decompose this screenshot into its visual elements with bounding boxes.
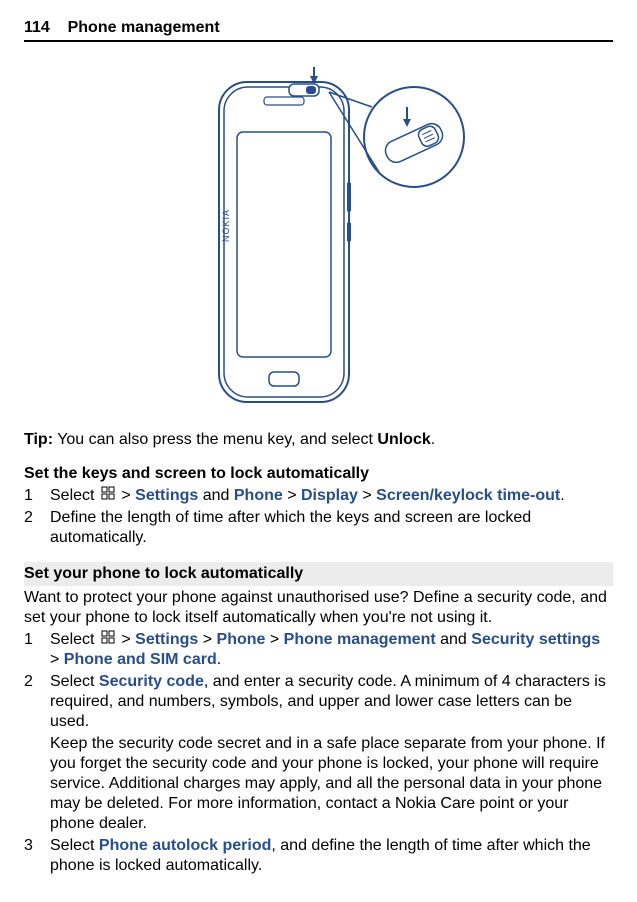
list-item: 3 Select Phone autolock period, and defi… <box>24 836 613 876</box>
set-keys-list: 1 Select > Settings and Phone > Display … <box>24 486 613 548</box>
step-body: Select > Settings and Phone > Display > … <box>50 486 613 506</box>
nav-settings: Settings <box>135 631 198 648</box>
set-keys-section: Set the keys and screen to lock automati… <box>24 464 613 548</box>
page-number: 114 <box>24 19 50 36</box>
tip-unlock: Unlock <box>377 431 430 448</box>
step-number: 3 <box>24 836 50 876</box>
step-number: 1 <box>24 630 50 670</box>
step-body: Select > Settings > Phone > Phone manage… <box>50 630 613 670</box>
list-item: 1 Select > Settings > Phone > Phone mana… <box>24 630 613 670</box>
autolock-list: 1 Select > Settings > Phone > Phone mana… <box>24 630 613 876</box>
step-number: 2 <box>24 508 50 548</box>
tip-paragraph: Tip: You can also press the menu key, an… <box>24 430 613 450</box>
phone-illustration: NOKIA <box>24 62 613 412</box>
step-number: 2 <box>24 672 50 834</box>
nav-phone: Phone <box>234 487 283 504</box>
nav-secsettings: Security settings <box>471 631 600 648</box>
list-item: 1 Select > Settings and Phone > Display … <box>24 486 613 506</box>
svg-text:NOKIA: NOKIA <box>221 209 231 242</box>
nav-phonesim: Phone and SIM card <box>64 651 217 668</box>
nav-display: Display <box>301 487 358 504</box>
step-body: Define the length of time after which th… <box>50 508 613 548</box>
menu-icon <box>101 486 115 506</box>
phone-svg: NOKIA <box>169 62 469 412</box>
step-number: 1 <box>24 486 50 506</box>
tip-text-b: . <box>431 431 435 448</box>
tip-text-a: You can also press the menu key, and sel… <box>57 431 377 448</box>
list-item: 2 Select Security code, and enter a secu… <box>24 672 613 834</box>
step-body: Select Phone autolock period, and define… <box>50 836 613 876</box>
nav-phonemgmt: Phone management <box>284 631 436 648</box>
step-body: Select Security code, and enter a securi… <box>50 672 613 834</box>
nav-security-code: Security code <box>99 673 204 690</box>
list-item: 2 Define the length of time after which … <box>24 508 613 548</box>
tip-label: Tip: <box>24 431 53 448</box>
step2-detail: Keep the security code secret and in a s… <box>50 734 613 834</box>
autolock-title: Set your phone to lock automatically <box>24 562 613 586</box>
page-title: Phone management <box>54 19 219 36</box>
nav-phone: Phone <box>217 631 266 648</box>
page-header: 114 Phone management <box>24 18 613 42</box>
set-keys-title: Set the keys and screen to lock automati… <box>24 464 613 484</box>
nav-timeout: Screen/keylock time-out <box>376 487 560 504</box>
autolock-intro: Want to protect your phone against unaut… <box>24 588 613 628</box>
nav-settings: Settings <box>135 487 198 504</box>
nav-autolock-period: Phone autolock period <box>99 837 271 854</box>
menu-icon <box>101 630 115 650</box>
